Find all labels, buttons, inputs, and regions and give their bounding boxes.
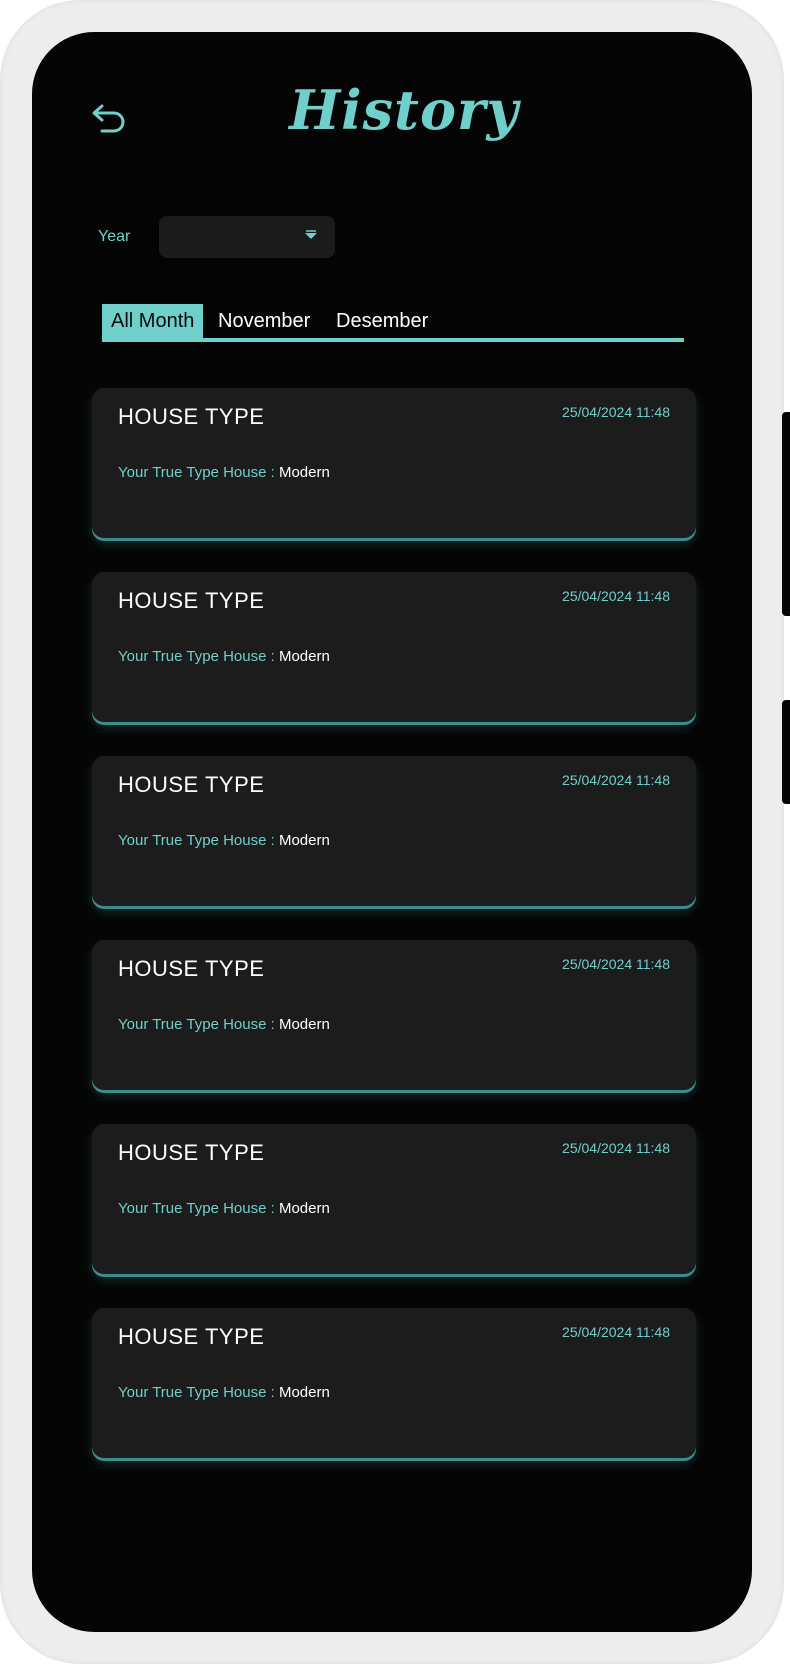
power-button [782,700,790,804]
card-title: HOUSE TYPE [118,404,265,429]
card-result-label: Your True Type House : [118,1200,275,1217]
card-result: Your True Type House : Modern [118,1016,330,1033]
history-card[interactable]: HOUSE TYPE 25/04/2024 11:48 Your True Ty… [92,388,696,538]
card-result-label: Your True Type House : [118,648,275,665]
card-date: 25/04/2024 11:48 [562,588,670,604]
tab-desember[interactable]: Desember [336,304,428,338]
card-result-value: Modern [278,832,330,849]
card-result: Your True Type House : Modern [118,1200,330,1217]
tab-november[interactable]: November [218,304,310,338]
card-date: 25/04/2024 11:48 [562,1324,670,1340]
card-result-value: Modern [278,1384,330,1401]
card-date: 25/04/2024 11:48 [562,404,670,420]
card-result-value: Modern [278,464,330,481]
card-title: HOUSE TYPE [118,772,265,797]
year-dropdown[interactable] [159,216,335,258]
card-result: Your True Type House : Modern [118,464,330,481]
history-card[interactable]: HOUSE TYPE 25/04/2024 11:48 Your True Ty… [92,572,696,722]
card-result: Your True Type House : Modern [118,648,330,665]
year-label: Year [98,228,131,245]
month-tabs: All Month November Desember [102,304,684,342]
card-result: Your True Type House : Modern [118,1384,330,1401]
tab-all-month[interactable]: All Month [102,304,204,338]
history-card[interactable]: HOUSE TYPE 25/04/2024 11:48 Your True Ty… [92,756,696,906]
caret-down-icon [305,230,317,239]
card-title: HOUSE TYPE [118,1140,265,1165]
history-card[interactable]: HOUSE TYPE 25/04/2024 11:48 Your True Ty… [92,1124,696,1274]
app-screen: History Year All Month November Desember… [32,32,752,1632]
card-result-value: Modern [278,1016,330,1033]
card-title: HOUSE TYPE [118,588,265,613]
card-result: Your True Type House : Modern [118,832,330,849]
card-title: HOUSE TYPE [118,1324,265,1349]
card-result-label: Your True Type House : [118,832,275,849]
card-result-value: Modern [278,1200,330,1217]
history-card[interactable]: HOUSE TYPE 25/04/2024 11:48 Your True Ty… [92,1308,696,1458]
page-title: History [289,78,519,142]
card-date: 25/04/2024 11:48 [562,1140,670,1156]
volume-button [782,412,790,616]
history-card[interactable]: HOUSE TYPE 25/04/2024 11:48 Your True Ty… [92,940,696,1090]
card-date: 25/04/2024 11:48 [562,772,670,788]
card-result-label: Your True Type House : [118,464,275,481]
card-result-label: Your True Type House : [118,1384,275,1401]
card-result-label: Your True Type House : [118,1016,275,1033]
card-title: HOUSE TYPE [118,956,265,981]
card-date: 25/04/2024 11:48 [562,956,670,972]
card-result-value: Modern [278,648,330,665]
